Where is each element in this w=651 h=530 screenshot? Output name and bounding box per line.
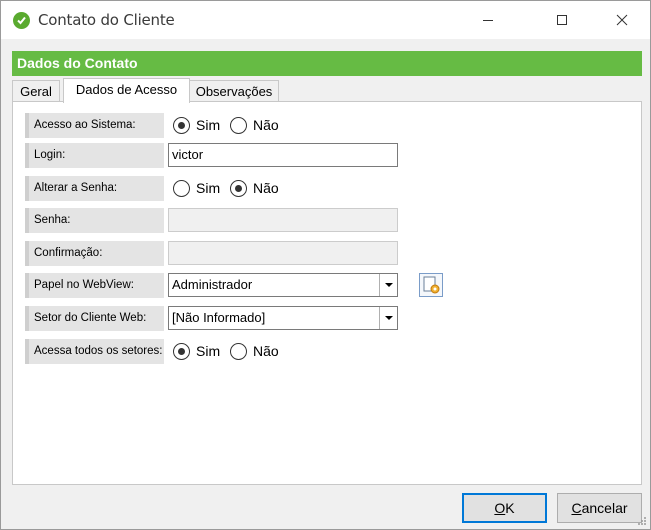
chevron-down-icon[interactable]	[379, 274, 397, 296]
radio-unchecked	[230, 342, 247, 360]
acessa-setores-nao[interactable]: Não	[230, 341, 279, 361]
acesso-sistema-nao[interactable]: Não	[230, 115, 279, 135]
senha-input[interactable]	[168, 208, 398, 232]
chevron-down-icon[interactable]	[379, 307, 397, 329]
resize-grip-icon[interactable]	[637, 516, 647, 526]
alterar-senha-nao[interactable]: Não	[230, 178, 279, 198]
close-icon	[616, 14, 628, 26]
radio-label: Sim	[196, 117, 221, 133]
radio-checked	[173, 116, 190, 134]
maximize-icon	[557, 15, 567, 25]
edit-document-icon	[423, 276, 440, 294]
radio-unchecked	[230, 116, 247, 134]
title-bar: Contato do Cliente	[1, 1, 650, 39]
radio-label: Sim	[196, 180, 221, 196]
confirmacao-input[interactable]	[168, 241, 398, 265]
setor-cliente-web-select[interactable]: [Não Informado]	[168, 306, 398, 330]
papel-webview-value: Administrador	[172, 277, 253, 292]
close-button[interactable]	[599, 1, 645, 39]
dialog-window: Contato do Cliente Dados do Contato Gera…	[0, 0, 651, 530]
tab-geral[interactable]: Geral	[12, 80, 60, 102]
acessa-setores-sim[interactable]: Sim	[173, 341, 220, 361]
edit-papel-button[interactable]	[419, 273, 443, 297]
radio-checked	[173, 342, 190, 360]
radio-label: Não	[253, 180, 279, 196]
ok-button[interactable]: OK	[462, 493, 547, 523]
radio-checked	[230, 179, 247, 197]
papel-webview-label: Papel no WebView:	[25, 273, 164, 298]
tab-panel: Acesso ao Sistema: Sim Não Login: victor…	[12, 101, 642, 485]
cancel-button[interactable]: Cancelar	[557, 493, 642, 523]
section-header-title: Dados do Contato	[17, 55, 138, 71]
tab-observacoes[interactable]: Observações	[189, 80, 279, 102]
section-header: Dados do Contato	[12, 51, 642, 76]
setor-cliente-web-value: [Não Informado]	[172, 310, 266, 325]
radio-label: Sim	[196, 343, 221, 359]
window-title: Contato do Cliente	[38, 11, 175, 29]
tab-dados-de-acesso[interactable]: Dados de Acesso	[63, 78, 190, 103]
alterar-senha-label: Alterar a Senha:	[25, 176, 164, 201]
minimize-icon	[483, 20, 493, 21]
login-input[interactable]: victor	[168, 143, 398, 167]
acessa-setores-label: Acessa todos os setores:	[25, 339, 164, 364]
check-circle-icon	[13, 12, 30, 29]
confirmacao-label: Confirmação:	[25, 241, 164, 266]
radio-unchecked	[173, 179, 190, 197]
maximize-button[interactable]	[539, 1, 585, 39]
alterar-senha-sim[interactable]: Sim	[173, 178, 220, 198]
minimize-button[interactable]	[465, 1, 511, 39]
papel-webview-select[interactable]: Administrador	[168, 273, 398, 297]
acesso-sistema-label: Acesso ao Sistema:	[25, 113, 164, 138]
setor-cliente-web-label: Setor do Cliente Web:	[25, 306, 164, 331]
senha-label: Senha:	[25, 208, 164, 233]
acesso-sistema-sim[interactable]: Sim	[173, 115, 220, 135]
login-label: Login:	[25, 143, 164, 168]
radio-label: Não	[253, 343, 279, 359]
radio-label: Não	[253, 117, 279, 133]
